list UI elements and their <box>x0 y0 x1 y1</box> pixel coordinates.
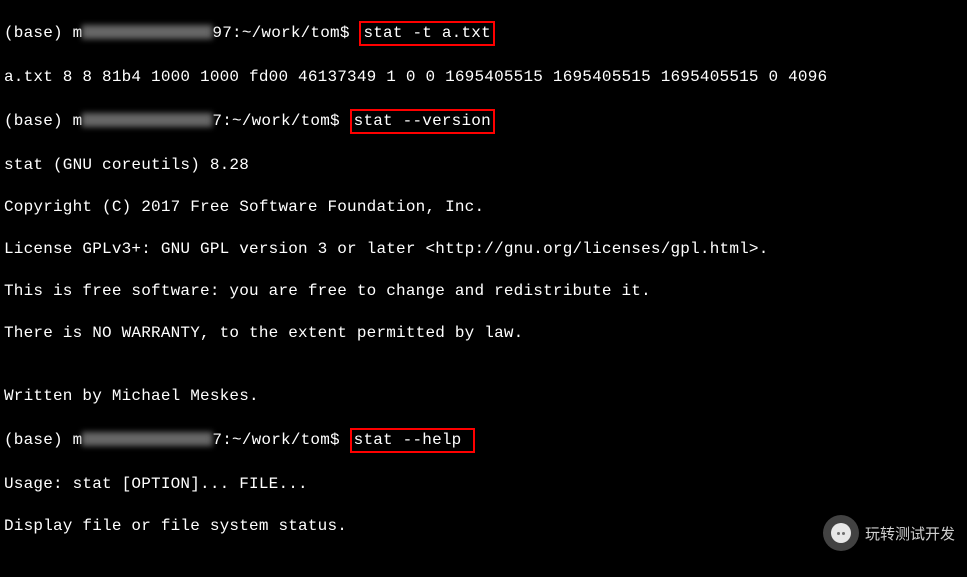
terminal-output[interactable]: (base) m 97:~/work/tom$ stat -t a.txt a.t… <box>0 0 967 577</box>
command-1: stat -t a.txt <box>363 24 490 42</box>
version-line: This is free software: you are free to c… <box>4 281 963 302</box>
version-line: License GPLv3+: GNU GPL version 3 or lat… <box>4 239 963 260</box>
prompt-base: (base) m <box>4 112 82 130</box>
redacted-hostname-icon <box>82 432 212 446</box>
command-3-pad <box>461 431 471 449</box>
version-line: Copyright (C) 2017 Free Software Foundat… <box>4 197 963 218</box>
prompt-path: 7:~/work/tom$ <box>212 431 349 449</box>
version-line: stat (GNU coreutils) 8.28 <box>4 155 963 176</box>
version-line: There is NO WARRANTY, to the extent perm… <box>4 323 963 344</box>
prompt-line-1: (base) m 97:~/work/tom$ stat -t a.txt <box>4 21 963 46</box>
watermark-text: 玩转测试开发 <box>865 523 955 544</box>
watermark: 玩转测试开发 <box>823 515 955 551</box>
prompt-base: (base) m <box>4 24 82 42</box>
wechat-icon <box>823 515 859 551</box>
prompt-line-2: (base) m 7:~/work/tom$ stat --version <box>4 109 963 134</box>
prompt-path: 7:~/work/tom$ <box>212 112 349 130</box>
command-3: stat --help <box>354 431 462 449</box>
prompt-path: 97:~/work/tom$ <box>212 24 359 42</box>
output-stat-t: a.txt 8 8 81b4 1000 1000 fd00 46137349 1… <box>4 67 963 88</box>
prompt-line-3: (base) m 7:~/work/tom$ stat --help <box>4 428 963 453</box>
command-2: stat --version <box>354 112 491 130</box>
prompt-base: (base) m <box>4 431 82 449</box>
redacted-hostname-icon <box>82 113 212 127</box>
redacted-hostname-icon <box>82 25 212 39</box>
command-highlight-3: stat --help <box>350 428 476 453</box>
command-highlight-1: stat -t a.txt <box>359 21 494 46</box>
version-line: Written by Michael Meskes. <box>4 386 963 407</box>
command-highlight-2: stat --version <box>350 109 495 134</box>
help-line: Display file or file system status. <box>4 516 963 537</box>
help-line: Usage: stat [OPTION]... FILE... <box>4 474 963 495</box>
